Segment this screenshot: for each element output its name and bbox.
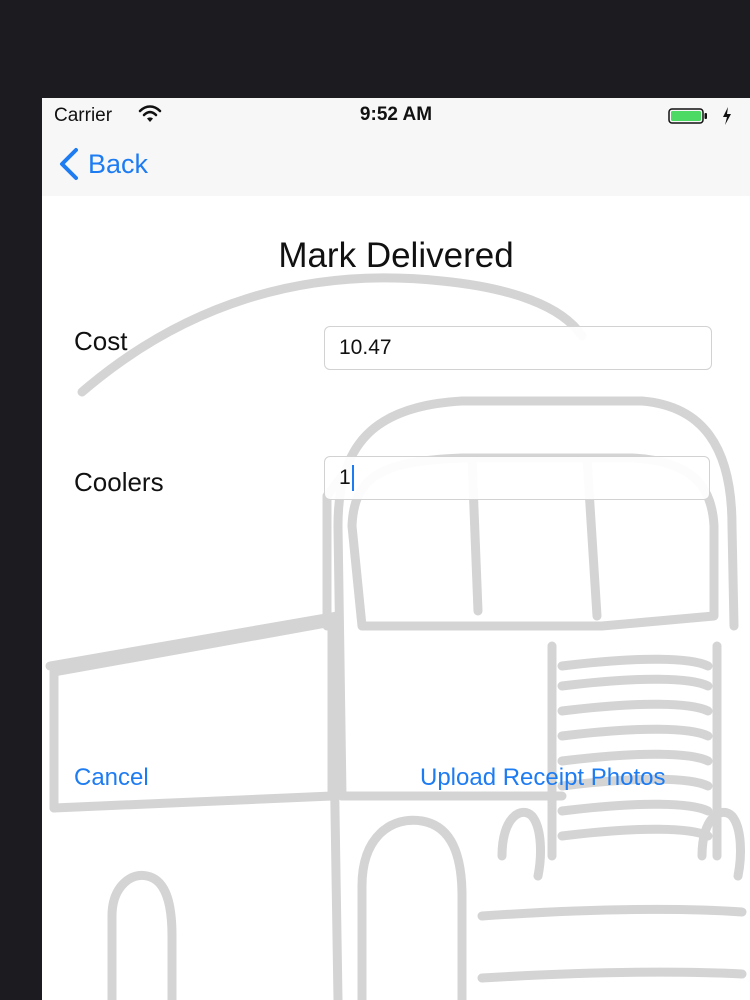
cancel-button[interactable]: Cancel — [74, 764, 149, 792]
text-cursor — [351, 465, 354, 491]
coolers-label: Coolers — [74, 467, 164, 497]
truck-background-illustration — [45, 273, 747, 1000]
page-title: Mark Delivered — [278, 236, 514, 275]
cost-value: 10.47 — [339, 336, 392, 359]
coolers-value: 1 — [339, 466, 351, 489]
back-label: Back — [88, 148, 149, 179]
chevron-left-icon — [60, 148, 78, 180]
charging-bolt-icon — [723, 107, 731, 125]
upload-receipt-photos-button[interactable]: Upload Receipt Photos — [420, 764, 665, 792]
status-bar: Carrier 9:52 AM — [42, 98, 750, 132]
back-button[interactable]: Back — [58, 144, 148, 184]
device-screen: Carrier 9:52 AM Back Mark Delivered Cost… — [42, 98, 750, 1000]
navigation-bar: Carrier 9:52 AM Back — [42, 98, 750, 196]
battery-icon — [668, 108, 707, 124]
cost-input[interactable]: 10.47 — [324, 326, 712, 370]
cost-label: Cost — [74, 326, 128, 356]
status-time: 9:52 AM — [359, 104, 433, 125]
coolers-input[interactable]: 1 — [324, 456, 710, 500]
